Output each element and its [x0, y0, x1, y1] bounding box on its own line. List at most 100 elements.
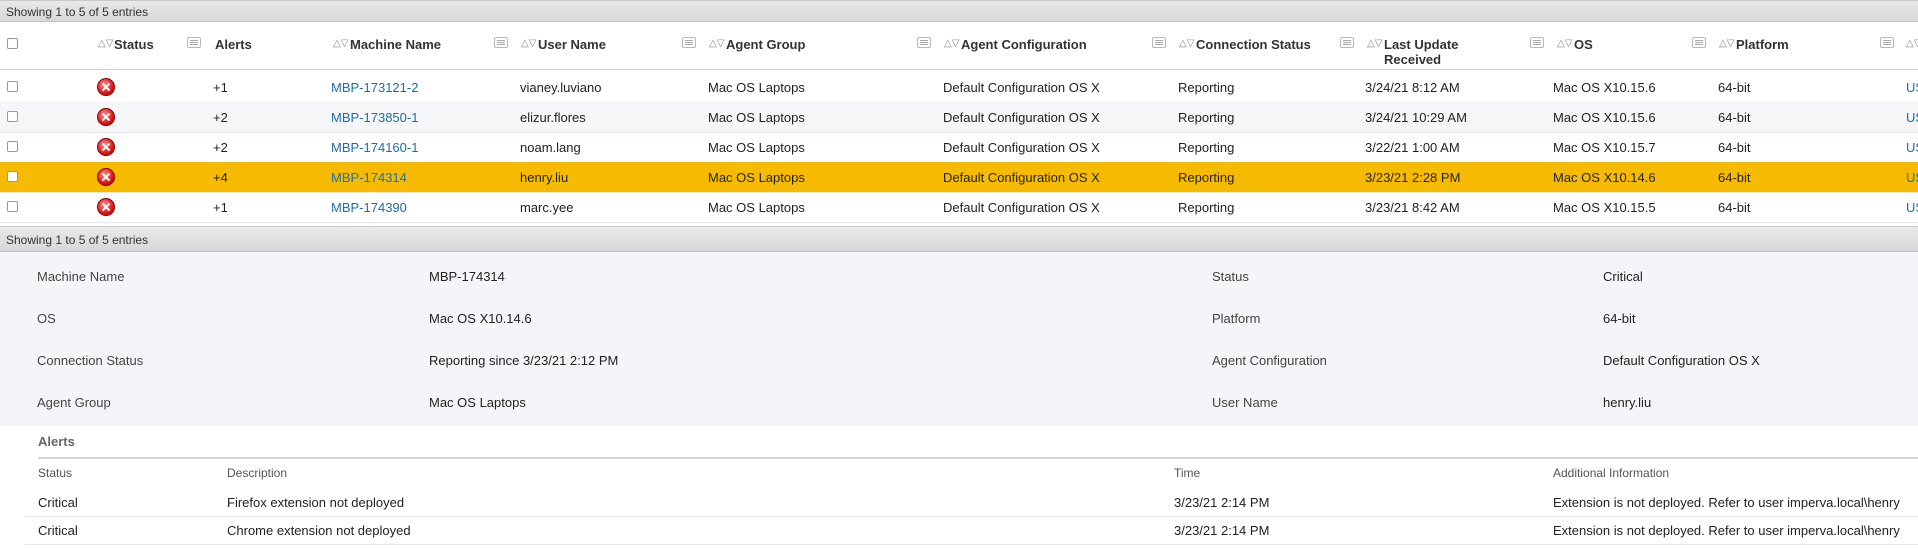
column-header-last-update-received[interactable]: Last Update Received [1384, 37, 1494, 67]
row-checkbox[interactable] [7, 141, 18, 152]
column-menu-icon[interactable] [1340, 37, 1354, 48]
cell-connection-status: Reporting [1178, 140, 1235, 155]
row-checkbox[interactable] [7, 201, 18, 212]
sort-icon[interactable]: △▽ [1906, 37, 1918, 51]
critical-status-icon [97, 78, 115, 96]
cell-alerts: +2 [213, 140, 228, 155]
column-header-alerts[interactable]: Alerts [215, 37, 252, 52]
table-row[interactable]: +2 MBP-174160-1 noam.lang Mac OS Laptops Def… [0, 132, 1918, 163]
cell-user-name: henry.liu [520, 170, 569, 185]
detail-value-machine-name[interactable]: MBP-174314 [429, 269, 505, 284]
column-header-status[interactable]: Status [114, 37, 154, 52]
sort-icon[interactable]: △▽ [1179, 37, 1194, 51]
sort-icon[interactable]: △▽ [333, 37, 348, 51]
column-menu-icon[interactable] [917, 37, 931, 48]
detail-label-connection-status: Connection Status [37, 353, 144, 368]
cell-machine-name-link[interactable]: MBP-173850-1 [331, 110, 418, 125]
alert-description: Chrome extension not deployed [227, 523, 411, 538]
detail-value-status: Critical [1603, 269, 1643, 284]
column-menu-icon[interactable] [682, 37, 696, 48]
sort-icon[interactable]: △▽ [1557, 37, 1572, 51]
cell-agent-configuration: Default Configuration OS X [943, 80, 1100, 95]
detail-label-machine-name: Machine Name [37, 269, 125, 284]
cell-alerts: +2 [213, 110, 228, 125]
column-header-connection-status[interactable]: Connection Status [1196, 37, 1311, 52]
critical-status-icon [97, 108, 115, 126]
alert-additional-information: Extension is not deployed. Refer to user… [1553, 523, 1900, 538]
alert-time: 3/23/21 2:14 PM [1174, 495, 1270, 510]
row-checkbox[interactable] [7, 171, 18, 182]
row-checkbox[interactable] [7, 111, 18, 122]
cell-alerts: +1 [213, 80, 228, 95]
column-header-machine-name[interactable]: Machine Name [350, 37, 441, 52]
table-row[interactable]: +1 MBP-173121-2 vianey.luviano Mac OS Lapto… [0, 72, 1918, 103]
cell-agent-group: Mac OS Laptops [708, 80, 805, 95]
column-menu-icon[interactable] [1530, 37, 1544, 48]
cell-user-name: vianey.luviano [520, 80, 602, 95]
detail-value-agent-group: Mac OS Laptops [429, 395, 526, 410]
table-row[interactable]: +4 MBP-174314 henry.liu Mac OS Laptops Defau… [0, 162, 1918, 193]
alerts-divider [38, 457, 1918, 459]
cell-user-name: noam.lang [520, 140, 581, 155]
cell-truncated-link[interactable]: US [1906, 110, 1918, 125]
column-menu-icon[interactable] [494, 37, 508, 48]
cell-user-name: marc.yee [520, 200, 574, 215]
cell-os: Mac OS X10.15.5 [1553, 200, 1656, 215]
select-all-checkbox[interactable] [7, 38, 18, 49]
critical-status-icon [97, 168, 115, 186]
cell-os: Mac OS X10.15.7 [1553, 140, 1656, 155]
table-row[interactable]: +1 MBP-174390 marc.yee Mac OS Laptops Defaul… [0, 192, 1918, 223]
sort-icon[interactable]: △▽ [98, 37, 113, 51]
column-header-agent-group[interactable]: Agent Group [726, 37, 805, 52]
column-header-os[interactable]: OS [1574, 37, 1593, 52]
cell-platform: 64-bit [1718, 200, 1751, 215]
cell-os: Mac OS X10.15.6 [1553, 110, 1656, 125]
machine-detail-panel: Machine Name MBP-174314 Status Critical … [0, 252, 1918, 426]
cell-last-update: 3/23/21 2:28 PM [1365, 170, 1461, 185]
cell-connection-status: Reporting [1178, 170, 1235, 185]
alert-status: Critical [38, 495, 78, 510]
table-row[interactable]: +2 MBP-173850-1 elizur.flores Mac OS Laptop… [0, 102, 1918, 133]
column-menu-icon[interactable] [187, 37, 201, 48]
detail-value-user-name: henry.liu [1603, 395, 1652, 410]
detail-label-user-name: User Name [1212, 395, 1278, 410]
cell-user-name: elizur.flores [520, 110, 586, 125]
cell-alerts: +1 [213, 200, 228, 215]
sort-icon[interactable]: △▽ [709, 37, 724, 51]
cell-platform: 64-bit [1718, 110, 1751, 125]
cell-truncated-link[interactable]: US [1906, 200, 1918, 215]
detail-label-os: OS [37, 311, 56, 326]
cell-machine-name-link[interactable]: MBP-174390 [331, 200, 407, 215]
cell-machine-name-link[interactable]: MBP-174160-1 [331, 140, 418, 155]
column-menu-icon[interactable] [1880, 37, 1894, 48]
cell-truncated-link[interactable]: US [1906, 80, 1918, 95]
alerts-title: Alerts [38, 434, 75, 449]
sort-icon[interactable]: △▽ [521, 37, 536, 51]
column-menu-icon[interactable] [1152, 37, 1166, 48]
cell-machine-name-link[interactable]: MBP-174314 [331, 170, 407, 185]
row-checkbox[interactable] [7, 81, 18, 92]
cell-connection-status: Reporting [1178, 200, 1235, 215]
detail-value-agent-configuration: Default Configuration OS X [1603, 353, 1760, 368]
column-menu-icon[interactable] [1692, 37, 1706, 48]
critical-status-icon [97, 198, 115, 216]
cell-machine-name-link[interactable]: MBP-173121-2 [331, 80, 418, 95]
cell-agent-configuration: Default Configuration OS X [943, 140, 1100, 155]
column-header-platform[interactable]: Platform [1736, 37, 1789, 52]
cell-truncated-link[interactable]: US [1906, 170, 1918, 185]
cell-truncated-link[interactable]: US [1906, 140, 1918, 155]
column-header-agent-configuration[interactable]: Agent Configuration [961, 37, 1087, 52]
alerts-header-time: Time [1174, 466, 1201, 480]
cell-agent-group: Mac OS Laptops [708, 170, 805, 185]
column-header-user-name[interactable]: User Name [538, 37, 606, 52]
cell-os: Mac OS X10.15.6 [1553, 80, 1656, 95]
cell-last-update: 3/23/21 8:42 AM [1365, 200, 1460, 215]
sort-icon[interactable]: △▽ [944, 37, 959, 51]
detail-value-connection-status: Reporting since 3/23/21 2:12 PM [429, 353, 619, 368]
entries-summary-bottom: Showing 1 to 5 of 5 entries [0, 226, 1918, 252]
detail-value-platform: 64-bit [1603, 311, 1636, 326]
critical-status-icon [97, 138, 115, 156]
cell-agent-group: Mac OS Laptops [708, 200, 805, 215]
sort-icon[interactable]: △▽ [1719, 37, 1734, 51]
sort-icon[interactable]: △▽ [1367, 37, 1382, 51]
